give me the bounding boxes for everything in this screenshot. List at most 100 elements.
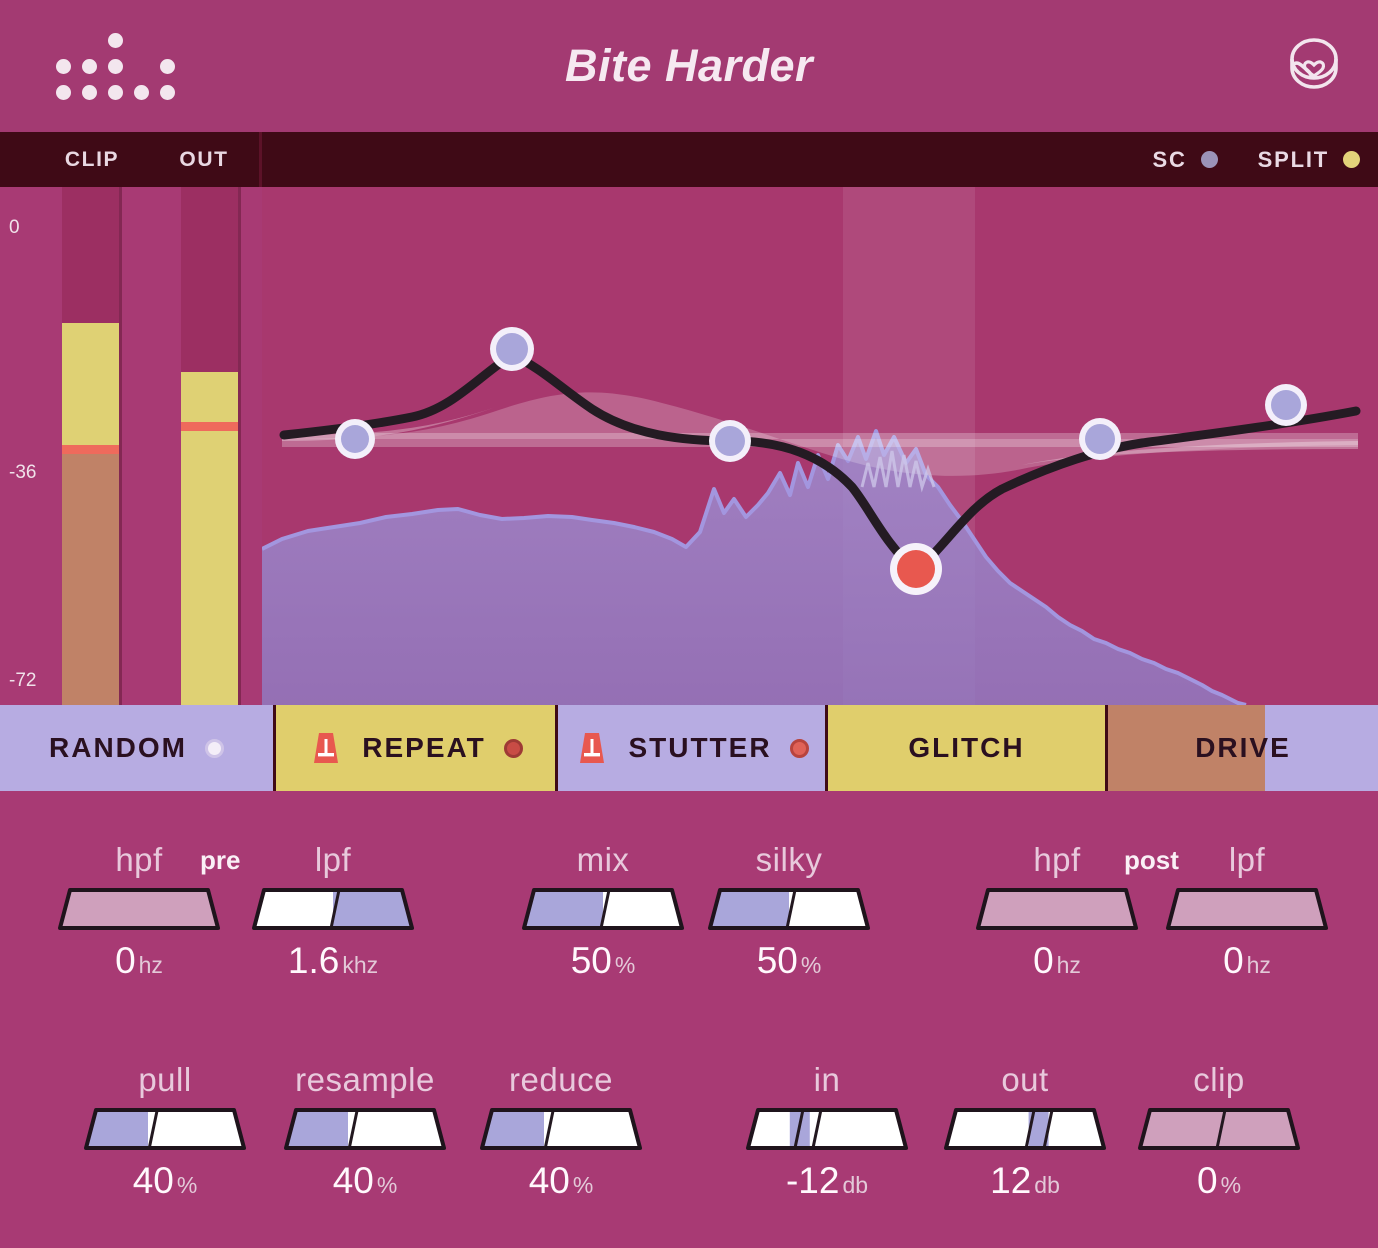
control-value-unit: khz [342, 952, 379, 978]
control-value-unit: hz [1056, 952, 1081, 978]
control-value: 40% [80, 1162, 250, 1199]
slider-track[interactable] [1134, 1106, 1304, 1154]
slider-track[interactable] [704, 886, 874, 934]
sc-led-icon[interactable] [1200, 151, 1218, 168]
control-value-unit: % [800, 952, 822, 978]
control-value-unit: db [1034, 1172, 1060, 1198]
effect-button-label: STUTTER [628, 732, 772, 763]
control-value-number: 40 [528, 1160, 570, 1201]
control-slider[interactable] [940, 1106, 1110, 1154]
eq-canvas[interactable] [262, 187, 1378, 705]
control-slider[interactable] [476, 1106, 646, 1154]
control-slider[interactable] [972, 886, 1142, 934]
control-value: 1.6 khz [248, 942, 418, 979]
plugin-window: Bite Harder CLIP OUT SC SPLIT 0 -36 -72 … [0, 0, 1378, 1248]
slider-track[interactable] [248, 886, 418, 934]
control-slider[interactable] [518, 886, 688, 934]
eq-node-4[interactable] [890, 543, 942, 595]
control-value-unit: % [1220, 1172, 1242, 1198]
group-tag-post: post [1124, 845, 1179, 875]
control-label: resample [295, 1061, 435, 1098]
control-label: out [1001, 1061, 1049, 1098]
control-value: 0% [1134, 1162, 1304, 1199]
control-slider[interactable] [742, 1106, 912, 1154]
meter-bar-out [181, 187, 238, 705]
control-label: silky [755, 841, 823, 878]
control-value-number: 0 [1196, 1160, 1218, 1201]
effect-button-random[interactable]: RANDOM [0, 705, 276, 791]
toolbar: CLIP OUT SC SPLIT [0, 132, 1378, 187]
slider-track[interactable] [972, 886, 1142, 934]
control-slider[interactable] [1134, 1106, 1304, 1154]
meter-peak-out [181, 422, 238, 431]
slider-track[interactable] [742, 1106, 912, 1154]
control-value-unit: db [842, 1172, 869, 1198]
control-value: 0 hz [54, 942, 224, 979]
effect-button-glitch[interactable]: GLITCH [828, 705, 1108, 791]
slider-track[interactable] [54, 886, 224, 934]
control-in[interactable]: in -12 db [742, 1063, 912, 1199]
control-label: hpf [115, 841, 163, 878]
meter-peak-clip [62, 445, 119, 454]
effect-button-label: DRIVE [1195, 732, 1291, 763]
eq-display[interactable] [262, 187, 1378, 705]
control-hpf[interactable]: hpf 0 hz [54, 843, 224, 979]
effect-button-repeat[interactable]: REPEAT [276, 705, 558, 791]
effect-button-stutter[interactable]: STUTTER [558, 705, 828, 791]
eq-node-1[interactable] [335, 419, 375, 459]
meter-label-clip: CLIP [64, 147, 120, 171]
page-title: Bite Harder [564, 40, 814, 91]
control-slider[interactable] [248, 886, 418, 934]
control-value-number: 40 [132, 1160, 174, 1201]
slider-track[interactable] [940, 1106, 1110, 1154]
control-value: -12 db [742, 1162, 912, 1199]
control-mix[interactable]: mix 50% [518, 843, 688, 979]
metronome-icon[interactable] [574, 730, 610, 766]
slider-base [946, 1110, 1104, 1148]
split-toggle[interactable]: SPLIT [1258, 147, 1360, 173]
effect-led-icon[interactable] [503, 738, 523, 758]
control-hpf[interactable]: hpf 0 hz [972, 843, 1142, 979]
sc-label: SC [1152, 146, 1187, 172]
slider-track[interactable] [80, 1106, 250, 1154]
control-slider[interactable] [704, 886, 874, 934]
eq-node-2[interactable] [490, 327, 534, 371]
slider-track[interactable] [280, 1106, 450, 1154]
control-value-unit: % [572, 1172, 594, 1198]
control-slider[interactable] [280, 1106, 450, 1154]
control-value-number: 50 [756, 940, 798, 981]
control-value-number: -12 [785, 1160, 840, 1201]
control-slider[interactable] [80, 1106, 250, 1154]
control-slider[interactable] [54, 886, 224, 934]
heart-disc-icon[interactable] [1282, 32, 1346, 96]
control-clip[interactable]: clip 0% [1134, 1063, 1304, 1199]
control-reduce[interactable]: reduce 40% [476, 1063, 646, 1199]
control-label: pull [138, 1061, 192, 1098]
control-lpf[interactable]: lpf 0 hz [1162, 843, 1332, 979]
control-label: hpf [1033, 841, 1081, 878]
sc-toggle[interactable]: SC [1152, 146, 1218, 173]
slider-track[interactable] [476, 1106, 646, 1154]
eq-node-5[interactable] [1079, 418, 1121, 460]
toolbar-toggles: SC SPLIT [1152, 132, 1360, 187]
control-out[interactable]: out 12 db [940, 1063, 1110, 1199]
control-value: 40% [476, 1162, 646, 1199]
control-label: lpf [1228, 841, 1266, 878]
effect-led-icon[interactable] [205, 738, 224, 758]
slider-track[interactable] [518, 886, 688, 934]
eq-node-3[interactable] [709, 420, 751, 462]
control-pull[interactable]: pull 40% [80, 1063, 250, 1199]
control-slider[interactable] [1162, 886, 1332, 934]
control-silky[interactable]: silky 50% [704, 843, 874, 979]
slider-track[interactable] [1162, 886, 1332, 934]
meter-separator [119, 187, 122, 705]
control-lpf[interactable]: lpf 1.6 khz [248, 843, 418, 979]
control-resample[interactable]: resample 40% [280, 1063, 450, 1199]
group-tag-pre: pre [200, 845, 241, 875]
effect-button-drive[interactable]: DRIVE [1108, 705, 1378, 791]
meter-tick-72: -72 [9, 670, 37, 691]
eq-node-6[interactable] [1265, 384, 1307, 426]
metronome-icon[interactable] [308, 730, 344, 766]
effect-led-icon[interactable] [789, 738, 809, 758]
split-led-icon[interactable] [1343, 151, 1360, 168]
